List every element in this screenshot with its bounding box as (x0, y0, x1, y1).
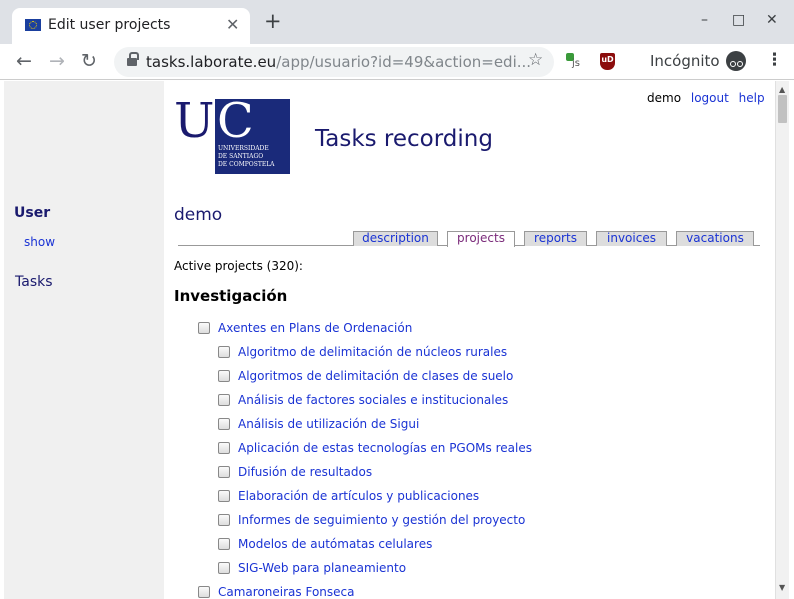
tab-close-icon[interactable]: ✕ (226, 15, 239, 34)
tab-projects[interactable]: projects (447, 231, 515, 247)
sidebar-user-heading: User (14, 205, 51, 221)
current-user: demo (647, 91, 682, 105)
project-checkbox[interactable] (218, 418, 230, 430)
url-host: tasks.laborate.eu (146, 53, 277, 71)
scroll-up-icon[interactable]: ▲ (779, 85, 785, 94)
browser-menu-icon[interactable]: ⋮ (766, 50, 783, 70)
project-checkbox[interactable] (218, 346, 230, 358)
project-checkbox[interactable] (218, 562, 230, 574)
project-checkbox[interactable] (218, 490, 230, 502)
bookmark-star-icon[interactable]: ☆ (528, 50, 543, 70)
window-close-button[interactable]: ✕ (766, 12, 778, 28)
section-heading: Investigación (174, 287, 288, 305)
browser-tab[interactable]: Edit user projects ✕ (12, 8, 250, 44)
tab-reports[interactable]: reports (524, 231, 587, 246)
browser-tab-bar: Edit user projects ✕ + – □ ✕ (0, 0, 794, 44)
url-text[interactable]: tasks.laborate.eu/app/usuario?id=49&acti… (146, 53, 531, 71)
project-label[interactable]: Análisis de factores sociales e instituc… (238, 393, 508, 407)
top-links: demo logout help (647, 91, 771, 105)
active-projects-count: Active projects (320): (174, 259, 303, 273)
url-path: /app/usuario?id=49&action=edi... (276, 53, 532, 71)
javascript-extension-icon[interactable]: js (566, 53, 584, 71)
ublock-extension-icon[interactable]: uD (600, 53, 615, 70)
scrollbar[interactable]: ▲ ▼ (775, 81, 789, 599)
lock-icon[interactable] (127, 52, 139, 67)
project-label[interactable]: SIG-Web para planeamiento (238, 561, 406, 575)
minimize-button[interactable]: – (701, 12, 708, 28)
back-button[interactable]: ← (16, 50, 32, 72)
project-checkbox[interactable] (218, 538, 230, 550)
help-link[interactable]: help (739, 91, 765, 105)
logout-link[interactable]: logout (691, 91, 729, 105)
reload-button[interactable]: ↻ (81, 50, 97, 72)
project-checkbox[interactable] (198, 322, 210, 334)
username-heading: demo (174, 205, 223, 225)
incognito-label: Incógnito (650, 52, 720, 70)
project-label[interactable]: Aplicación de estas tecnologías en PGOMs… (238, 441, 532, 455)
project-checkbox[interactable] (218, 514, 230, 526)
project-checkbox[interactable] (218, 394, 230, 406)
eu-flag-icon (25, 19, 41, 31)
tab-vacations[interactable]: vacations (676, 231, 754, 246)
scroll-thumb[interactable] (778, 95, 787, 123)
tab-description[interactable]: description (353, 231, 438, 246)
browser-toolbar: ← → ↻ tasks.laborate.eu/app/usuario?id=4… (0, 44, 794, 80)
tab-title: Edit user projects (48, 17, 171, 33)
project-label[interactable]: Algoritmo de delimitación de núcleos rur… (238, 345, 507, 359)
new-tab-button[interactable]: + (264, 11, 282, 32)
project-label[interactable]: Elaboración de artículos y publicaciones (238, 489, 479, 503)
page-title: Tasks recording (315, 126, 493, 152)
project-label[interactable]: Análisis de utilización de Sigui (238, 417, 419, 431)
logo-box: C UNIVERSIDADE DE SANTIAGO DE COMPOSTELA (215, 93, 290, 174)
project-label[interactable]: Modelos de autómatas celulares (238, 537, 432, 551)
project-label[interactable]: Difusión de resultados (238, 465, 372, 479)
project-label[interactable]: Axentes en Plans de Ordenación (218, 321, 412, 335)
maximize-button[interactable]: □ (732, 12, 745, 28)
project-checkbox[interactable] (218, 466, 230, 478)
sidebar-show-link[interactable]: show (24, 235, 55, 249)
usc-logo: US C UNIVERSIDADE DE SANTIAGO DE COMPOST… (174, 93, 290, 174)
tab-invoices[interactable]: invoices (596, 231, 667, 246)
project-label[interactable]: Camaroneiras Fonseca (218, 585, 354, 599)
incognito-icon[interactable] (726, 51, 746, 71)
sidebar-tasks-link[interactable]: Tasks (15, 274, 53, 290)
address-bar[interactable]: tasks.laborate.eu/app/usuario?id=49&acti… (114, 47, 554, 77)
forward-button[interactable]: → (49, 50, 65, 72)
project-checkbox[interactable] (218, 370, 230, 382)
page-content: User show Tasks US C UNIVERSIDADE DE SAN… (0, 81, 794, 599)
project-checkbox[interactable] (218, 442, 230, 454)
scroll-down-icon[interactable]: ▼ (779, 583, 785, 592)
project-checkbox[interactable] (198, 586, 210, 598)
project-label[interactable]: Informes de seguimiento y gestión del pr… (238, 513, 525, 527)
sidebar: User show Tasks (4, 81, 164, 599)
project-label[interactable]: Algoritmos de delimitación de clases de … (238, 369, 513, 383)
